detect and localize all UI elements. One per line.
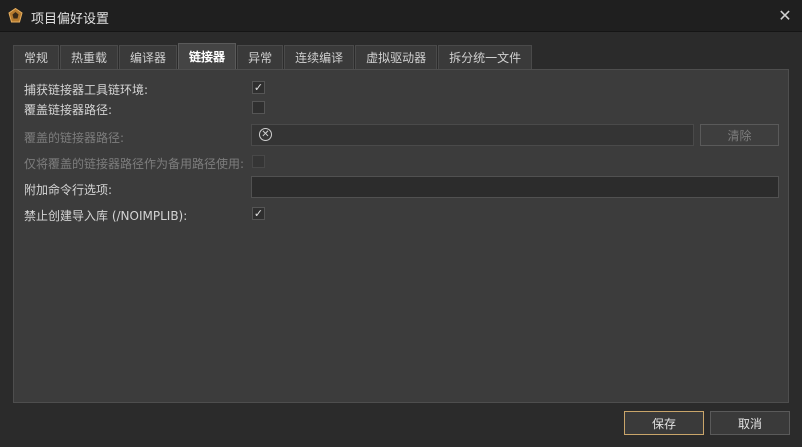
tab-linker[interactable]: 链接器 (178, 43, 237, 69)
window-title: 项目偏好设置 (31, 12, 110, 27)
fallback-path-label: 仅将覆盖的链接器路径作为备用路径使用: (24, 157, 245, 171)
override-linker-path-checkbox[interactable] (252, 101, 265, 114)
additional-cmdline-input[interactable] (251, 176, 779, 198)
capture-linker-env-label: 捕获链接器工具链环境: (24, 83, 149, 97)
additional-cmdline-label: 附加命令行选项: (24, 183, 113, 197)
disable-import-lib-label: 禁止创建导入库 (/NOIMPLIB): (24, 209, 188, 223)
save-button[interactable]: 保存 (624, 411, 704, 435)
tab-exceptions[interactable]: 异常 (237, 45, 284, 69)
tab-split-unity-files[interactable]: 拆分统一文件 (438, 45, 533, 69)
title-bar: 项目偏好设置 ✕ (0, 0, 802, 32)
overridden-linker-path-label: 覆盖的链接器路径: (24, 131, 125, 145)
fallback-path-checkbox[interactable] (252, 155, 265, 168)
app-logo-icon (8, 8, 23, 23)
tab-general[interactable]: 常规 (13, 45, 60, 69)
clear-circle-icon[interactable]: ✕ (259, 128, 272, 141)
capture-linker-env-checkbox[interactable]: ✓ (252, 81, 265, 94)
tab-compiler[interactable]: 编译器 (119, 45, 178, 69)
tab-virtual-drive[interactable]: 虚拟驱动器 (355, 45, 438, 69)
disable-import-lib-checkbox[interactable]: ✓ (252, 207, 265, 220)
tab-continuous-compilation[interactable]: 连续编译 (284, 45, 355, 69)
overridden-linker-path-field[interactable]: ✕ (251, 124, 694, 146)
cancel-button[interactable]: 取消 (710, 411, 790, 435)
linker-settings-panel: 捕获链接器工具链环境: ✓ 覆盖链接器路径: 覆盖的链接器路径: ✕ 清除 仅将… (13, 69, 789, 403)
close-icon[interactable]: ✕ (774, 4, 796, 26)
tab-bar: 常规 热重载 编译器 链接器 异常 连续编译 虚拟驱动器 拆分统一文件 (13, 43, 533, 69)
clear-button[interactable]: 清除 (700, 124, 779, 146)
override-linker-path-label: 覆盖链接器路径: (24, 103, 113, 117)
tab-hot-reload[interactable]: 热重载 (60, 45, 119, 69)
